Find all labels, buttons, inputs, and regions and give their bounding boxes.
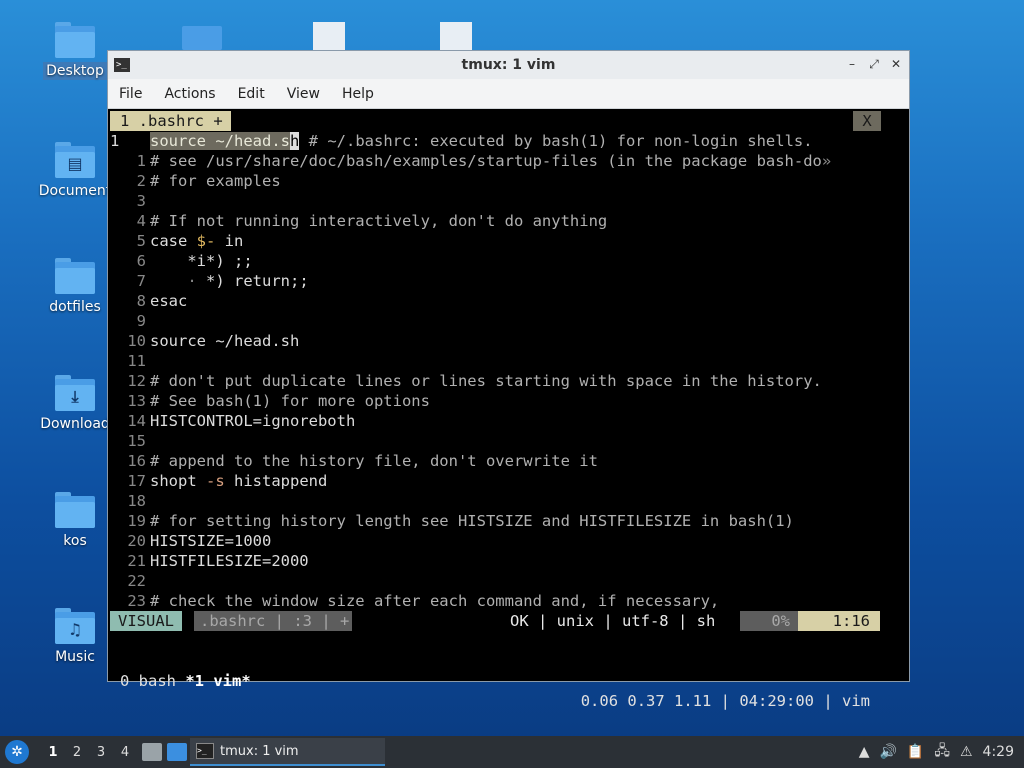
code-line: 5 case $- in [136,232,244,250]
desktop-icon-desktop[interactable]: Desktop [35,22,115,80]
code-line: 6 *i*) ;; [136,252,253,270]
menu-view[interactable]: View [276,86,331,102]
volume-icon[interactable]: 🔊 [879,744,896,760]
menu-actions[interactable]: Actions [153,86,226,102]
desktop-icon-label: Document [38,183,112,199]
desktop-icon-label: kos [63,533,87,549]
update-icon[interactable]: ▲ [859,744,870,760]
tmux-window-bash[interactable]: 0 bash [120,672,185,690]
tmux-statusbar: 0 bash *1 vim* 0.06 0.37 1.11 | 04:29:00… [110,651,880,710]
document-icon[interactable] [440,22,472,50]
code-line: 1 source ~/head.sh # ~/.bashrc: executed … [110,132,813,150]
workspace-3[interactable]: 3 [89,745,113,760]
download-folder-icon: ⤓ [55,375,95,411]
vim-statusline: VISUAL .bashrc | :3 | + OK | unix | utf-… [110,611,880,631]
code-line: 7 · *) return;; [136,272,309,290]
code-line: 21 HISTFILESIZE=2000 [127,552,309,570]
vim-mode: VISUAL [110,611,182,631]
workspace-1[interactable]: 1 [41,745,65,760]
menu-help[interactable]: Help [331,86,385,102]
desktop-icon-music[interactable]: ♫ Music [35,608,115,666]
folder-icon [55,492,95,528]
code-line: 11 [127,352,146,370]
folder-icon: ▤ [55,142,95,178]
menu-file[interactable]: File [108,86,153,102]
taskbar: ✲ 1 2 3 4 >_ tmux: 1 vim ▲ 🔊 📋 🖧 ⚠ 4:29 [0,736,1024,768]
desktop-icon-dotfiles[interactable]: dotfiles [35,258,115,316]
menu-bar: File Actions Edit View Help [108,79,909,109]
code-line: 14 HISTCONTROL=ignoreboth [127,412,356,430]
menu-edit[interactable]: Edit [227,86,276,102]
workspace-4[interactable]: 4 [113,745,137,760]
vim-tab[interactable]: 1 .bashrc + [110,111,231,131]
folder-icon[interactable] [182,26,222,50]
vim-percent: 0% [740,611,798,631]
code-line: 8 esac [136,292,188,310]
notification-icon[interactable]: ⚠ [960,744,973,760]
code-line: 10 source ~/head.sh [127,332,300,350]
desktop-icon-label: Desktop [43,62,107,80]
desktop-icon-kos[interactable]: kos [35,492,115,550]
vim-encoding-info: OK | unix | utf-8 | sh [510,612,716,630]
code-line: 4 # If not running interactively, don't d… [136,212,608,230]
code-line: 9 [136,312,146,330]
show-desktop-icon[interactable] [167,743,187,761]
tmux-window-vim[interactable]: *1 vim* [185,672,250,690]
code-line: 20 HISTSIZE=1000 [127,532,272,550]
maximize-icon[interactable]: ⤢ [867,57,881,71]
clock[interactable]: 4:29 [983,744,1014,760]
start-menu-icon[interactable]: ✲ [5,740,29,764]
music-folder-icon: ♫ [55,608,95,644]
workspace-2[interactable]: 2 [65,745,89,760]
task-label: tmux: 1 vim [220,743,299,759]
title-bar[interactable]: >_ tmux: 1 vim – ⤢ ✕ [108,51,909,79]
vim-file-info: .bashrc | :3 | + [194,611,352,631]
vim-buffer[interactable]: 1 source ~/head.sh # ~/.bashrc: executed … [110,131,880,611]
vim-tabline: 1 .bashrc + X [110,111,881,131]
code-line: 3 [136,192,146,210]
code-line: 2 # for examples [136,172,281,190]
code-line: 15 [127,432,146,450]
vim-cursor-position: 1:16 [798,611,880,631]
desktop-icon-document[interactable]: ▤ Document [35,142,115,200]
code-line: 12 # don't put duplicate lines or lines s… [127,372,822,390]
code-line: 16 # append to the history file, don't ov… [127,452,598,470]
code-line: 1 # see /usr/share/doc/bash/examples/star… [136,152,832,170]
document-icon[interactable] [313,22,345,50]
tmux-status-right: 0.06 0.37 1.11 | 04:29:00 | vim [580,692,870,710]
close-icon[interactable]: ✕ [889,57,903,71]
file-manager-icon[interactable] [142,743,162,761]
terminal-window[interactable]: >_ tmux: 1 vim – ⤢ ✕ File Actions Edit V… [107,50,910,710]
folder-icon [55,22,95,58]
code-line: 18 [127,492,146,510]
code-line: 23 # check the window size after each com… [127,592,720,610]
network-icon[interactable]: 🖧 [934,740,950,764]
clipboard-icon[interactable]: 📋 [907,744,924,760]
desktop-icon-label: dotfiles [49,299,101,315]
code-line: 13 # See bash(1) for more options [127,392,430,410]
task-tmux-vim[interactable]: >_ tmux: 1 vim [190,738,385,766]
terminal-icon: >_ [196,743,214,759]
desktop-icon-label: Music [55,649,95,665]
system-tray: ▲ 🔊 📋 🖧 ⚠ 4:29 [859,736,1024,768]
desktop-icon-download[interactable]: ⤓ Download [35,375,115,433]
code-line: 22 [127,572,146,590]
desktop-icon-label: Download [40,416,110,432]
vim-tab-close[interactable]: X [853,111,881,131]
code-line: 17 shopt -s histappend [127,472,328,490]
folder-icon [55,258,95,294]
minimize-icon[interactable]: – [845,57,859,71]
terminal-area[interactable]: 1 .bashrc + X 1 source ~/head.sh # ~/.bas… [108,109,909,710]
window-title: tmux: 1 vim [461,57,556,73]
code-line: 19 # for setting history length see HISTS… [127,512,794,530]
